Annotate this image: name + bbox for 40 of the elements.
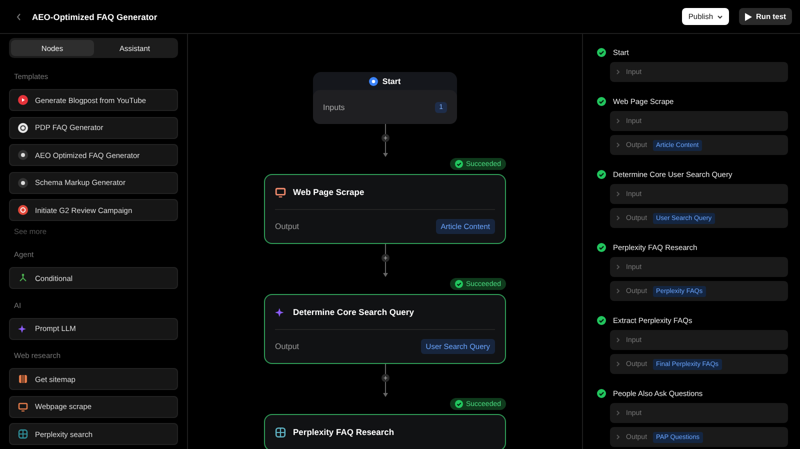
- branch-icon: [18, 273, 28, 283]
- chevron-right-icon[interactable]: [616, 142, 620, 148]
- node-title: Web Page Scrape: [293, 187, 364, 197]
- connector-arrow: [380, 244, 390, 278]
- chevron-right-icon[interactable]: [616, 118, 620, 124]
- node-title: Determine Core Search Query: [293, 307, 414, 317]
- node-title: Perplexity FAQ Research: [293, 427, 394, 437]
- workflow-node[interactable]: Perplexity FAQ Research: [264, 414, 506, 449]
- video-play-icon: [18, 95, 28, 105]
- chevron-right-icon[interactable]: [616, 215, 620, 221]
- check-circle-icon: [454, 280, 463, 288]
- connector-arrow: [380, 364, 390, 398]
- inputs-label: Inputs: [323, 102, 345, 112]
- back-icon[interactable]: [16, 12, 22, 20]
- play-icon: [745, 12, 752, 20]
- output-label: Output: [275, 222, 300, 231]
- caret-icon: [717, 14, 723, 18]
- monitor-icon: [275, 186, 286, 198]
- chevron-right-icon[interactable]: [616, 337, 620, 343]
- connector-arrow: [380, 124, 390, 158]
- output-label: Output: [275, 342, 300, 351]
- check-circle-icon: [454, 400, 463, 408]
- chevron-right-icon[interactable]: [616, 434, 620, 440]
- start-icon: [369, 76, 378, 86]
- grid-icon: [18, 429, 28, 439]
- monitor-icon: [18, 402, 28, 412]
- node-title: Start: [382, 76, 401, 86]
- chevron-right-icon[interactable]: [616, 410, 620, 416]
- chevron-right-icon[interactable]: [616, 361, 620, 367]
- grid-icon: [275, 426, 286, 438]
- g-logo-icon: [18, 122, 28, 132]
- chevron-right-icon[interactable]: [616, 191, 620, 197]
- check-circle-icon: [454, 160, 463, 168]
- g-logo-icon: [18, 205, 28, 215]
- chevron-right-icon[interactable]: [616, 288, 620, 294]
- chevron-right-icon[interactable]: [616, 69, 620, 75]
- sparkle-icon: [275, 306, 286, 318]
- chevron-right-icon[interactable]: [616, 264, 620, 270]
- window-title: AEO-Optimized FAQ Generator: [32, 12, 158, 22]
- sparkle-icon: [18, 324, 28, 334]
